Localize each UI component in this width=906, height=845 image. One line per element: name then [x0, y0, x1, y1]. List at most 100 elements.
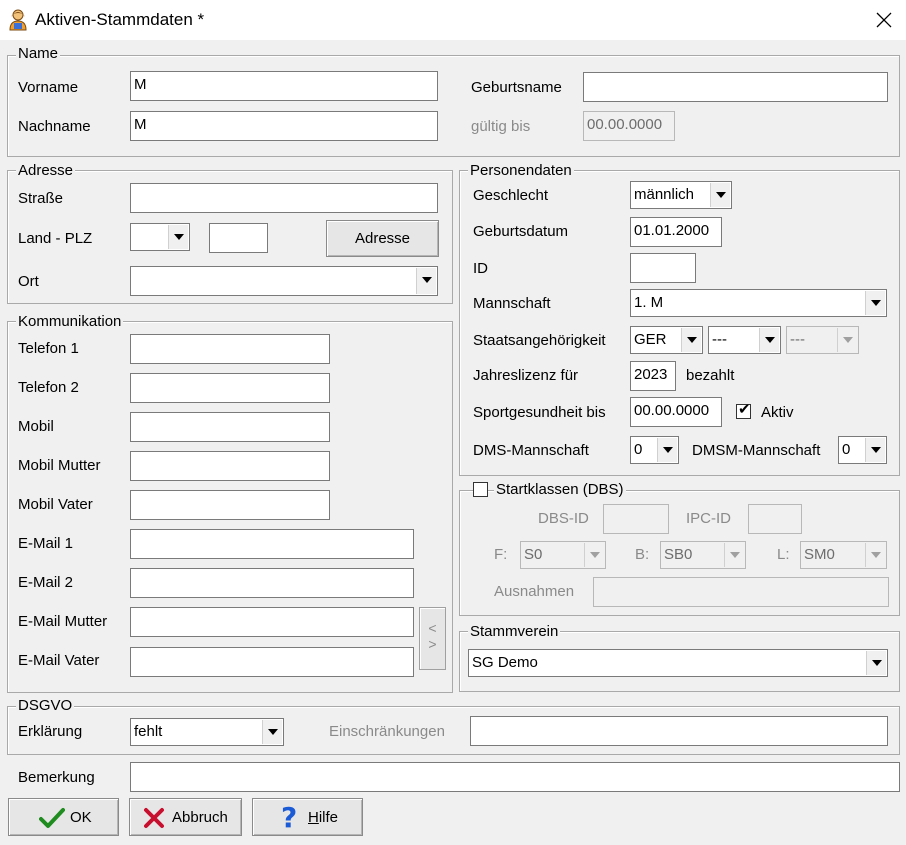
- chevron-down-icon[interactable]: [866, 651, 886, 675]
- land-select[interactable]: [130, 223, 190, 251]
- geburtsdatum-label: Geburtsdatum: [473, 223, 569, 240]
- nav-next-button[interactable]: >: [420, 636, 445, 652]
- sportgesundheit-input[interactable]: 00.00.0000: [630, 397, 722, 427]
- ok-button[interactable]: OK: [8, 798, 119, 836]
- mannschaft-select[interactable]: 1. M: [630, 289, 887, 317]
- ort-select[interactable]: [130, 266, 438, 296]
- stammverein-select[interactable]: SG Demo: [468, 649, 888, 677]
- staatsangehoerigkeit-label: Staatsangehörigkeit: [473, 332, 606, 349]
- erklaerung-select[interactable]: fehlt: [130, 718, 284, 746]
- strasse-input[interactable]: [130, 183, 438, 213]
- staat-select-3: ---: [786, 326, 859, 354]
- startklassen-checkbox[interactable]: [473, 482, 488, 497]
- geburtsdatum-input[interactable]: 01.01.2000: [630, 217, 722, 247]
- chevron-down-icon: [724, 543, 744, 567]
- gueltig-bis-input: 00.00.0000: [583, 111, 675, 141]
- email1-label: E-Mail 1: [18, 535, 74, 552]
- stammverein-value: SG Demo: [472, 654, 538, 671]
- email1-input[interactable]: [130, 529, 414, 559]
- hilfe-button[interactable]: ? Hilfe: [252, 798, 363, 836]
- l-select: SM0: [800, 541, 887, 569]
- dmsm-select[interactable]: 0: [838, 436, 887, 464]
- plz-input[interactable]: [209, 223, 268, 253]
- email-nav-buttons[interactable]: < >: [419, 607, 446, 670]
- chevron-down-icon[interactable]: [168, 225, 188, 249]
- chevron-down-icon: [865, 543, 885, 567]
- email2-input[interactable]: [130, 568, 414, 598]
- hilfe-accelerator: H: [308, 809, 319, 826]
- email-mutter-label: E-Mail Mutter: [18, 613, 108, 630]
- mannschaft-value: 1. M: [634, 294, 664, 311]
- mobil-input[interactable]: [130, 412, 330, 442]
- erklaerung-label: Erklärung: [18, 723, 83, 740]
- close-button[interactable]: [862, 0, 906, 40]
- gueltig-bis-label: gültig bis: [471, 118, 531, 135]
- question-icon: ?: [281, 801, 298, 834]
- telefon1-input[interactable]: [130, 334, 330, 364]
- staat-select-1[interactable]: GER: [630, 326, 703, 354]
- nachname-input[interactable]: M: [130, 111, 438, 141]
- bemerkung-input[interactable]: [130, 762, 900, 792]
- mobil-vater-input[interactable]: [130, 490, 330, 520]
- id-label: ID: [473, 260, 488, 277]
- chevron-down-icon[interactable]: [681, 328, 701, 352]
- dialog-window: Aktiven-Stammdaten * Name Vorname M Nach…: [0, 0, 906, 845]
- abbruch-button[interactable]: Abbruch: [129, 798, 242, 836]
- chevron-down-icon: [837, 328, 857, 352]
- vorname-input[interactable]: M: [130, 71, 438, 101]
- dms-label: DMS-Mannschaft: [473, 442, 589, 459]
- chevron-down-icon[interactable]: [657, 438, 677, 462]
- ipc-id-input: [748, 504, 802, 534]
- chevron-down-icon[interactable]: [710, 183, 730, 207]
- telefon1-label: Telefon 1: [18, 340, 79, 357]
- adresse-button[interactable]: Adresse: [326, 220, 439, 257]
- geschlecht-value: männlich: [634, 186, 695, 203]
- mobil-mutter-input[interactable]: [130, 451, 330, 481]
- email-mutter-input[interactable]: [130, 607, 414, 637]
- personendaten-group: [459, 170, 900, 476]
- l-value: SM0: [804, 546, 835, 563]
- window-title: Aktiven-Stammdaten *: [35, 10, 205, 29]
- dsgvo-legend: DSGVO: [16, 697, 75, 714]
- strasse-label: Straße: [18, 190, 64, 207]
- geburtsname-label: Geburtsname: [471, 79, 562, 96]
- name-legend: Name: [16, 45, 61, 62]
- id-input[interactable]: [630, 253, 696, 283]
- checkmark-icon: ✔: [738, 401, 751, 418]
- chevron-down-icon[interactable]: [759, 328, 779, 352]
- land-plz-label: Land - PLZ: [18, 230, 93, 247]
- title-bar[interactable]: Aktiven-Stammdaten *: [0, 0, 906, 40]
- ausnahmen-label: Ausnahmen: [494, 583, 575, 600]
- email-vater-input[interactable]: [130, 647, 414, 677]
- geburtsname-input[interactable]: [583, 72, 888, 102]
- personendaten-legend: Personendaten: [468, 162, 574, 179]
- b-value: SB0: [664, 546, 693, 563]
- close-icon: [876, 12, 892, 28]
- mobil-label: Mobil: [18, 418, 54, 435]
- dmsm-label: DMSM-Mannschaft: [692, 442, 821, 459]
- aktiv-checkbox[interactable]: ✔: [736, 401, 751, 419]
- jahreslizenz-input[interactable]: 2023: [630, 361, 676, 391]
- telefon2-input[interactable]: [130, 373, 330, 403]
- aktiv-label: Aktiv: [761, 404, 794, 421]
- chevron-down-icon[interactable]: [865, 438, 885, 462]
- nachname-label: Nachname: [18, 118, 91, 135]
- bemerkung-label: Bemerkung: [18, 769, 95, 786]
- dms-select[interactable]: 0: [630, 436, 679, 464]
- dbs-id-input: [603, 504, 669, 534]
- mobil-vater-label: Mobil Vater: [18, 496, 93, 513]
- cross-icon: [144, 808, 164, 828]
- einschraenkungen-input[interactable]: [470, 716, 888, 746]
- chevron-down-icon[interactable]: [865, 291, 885, 315]
- abbruch-label: Abbruch: [172, 809, 228, 826]
- telefon2-label: Telefon 2: [18, 379, 79, 396]
- nav-prev-button[interactable]: <: [420, 620, 445, 636]
- chevron-down-icon[interactable]: [262, 720, 282, 744]
- bezahlt-label: bezahlt: [686, 367, 735, 384]
- startklassen-legend: Startklassen (DBS): [494, 481, 626, 498]
- chevron-down-icon[interactable]: [416, 268, 436, 294]
- geschlecht-label: Geschlecht: [473, 187, 549, 204]
- staat-select-2[interactable]: ---: [708, 326, 781, 354]
- f-select: S0: [520, 541, 606, 569]
- geschlecht-select[interactable]: männlich: [630, 181, 732, 209]
